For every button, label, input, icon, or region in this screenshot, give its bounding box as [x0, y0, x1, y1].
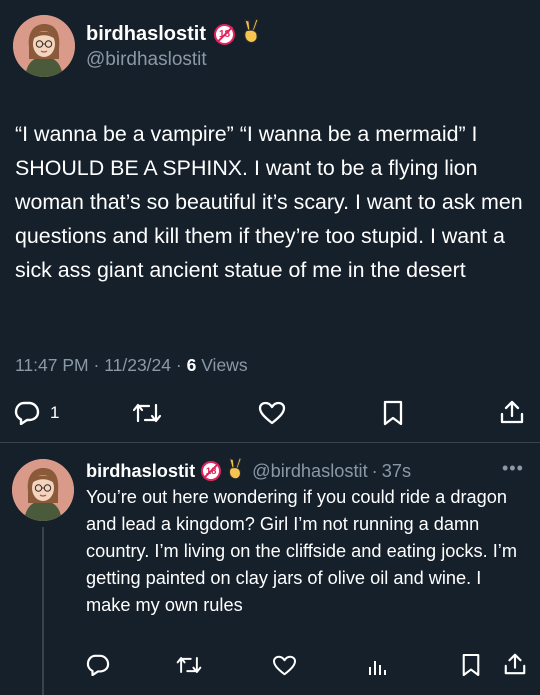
retweet-icon — [132, 403, 162, 423]
like-button[interactable] — [258, 401, 286, 425]
reply-button[interactable] — [86, 654, 110, 676]
divider — [0, 442, 540, 443]
author-display-name[interactable]: birdhaslostit — [86, 23, 206, 46]
avatar-illustration — [13, 15, 75, 77]
reply-time[interactable]: 37s — [382, 461, 411, 482]
author-name-row: birdhaslostit 18 — [86, 18, 261, 50]
reply-icon — [14, 401, 40, 425]
reply-count: 1 — [50, 403, 60, 422]
reply-button[interactable]: 1 — [14, 401, 59, 425]
peace-hand-icon — [241, 18, 261, 50]
share-icon — [500, 400, 524, 424]
retweet-button[interactable] — [175, 654, 203, 676]
like-icon — [272, 655, 297, 676]
thread-line — [42, 527, 44, 695]
meta-separator: · — [93, 355, 100, 375]
eighteen-plus-icon: 18 — [201, 461, 222, 481]
retweet-icon — [176, 657, 202, 673]
tweet-time[interactable]: 11:47 PM — [15, 355, 89, 375]
bookmark-icon — [462, 653, 480, 677]
tweet-text: “I wanna be a vampire” “I wanna be a mer… — [15, 122, 523, 282]
avatar-illustration — [12, 459, 74, 521]
peace-hand-icon — [226, 457, 244, 485]
tweet-date[interactable]: 11/23/24 — [104, 355, 171, 375]
more-options-button[interactable]: ••• — [502, 458, 524, 479]
tweet-meta: 11:47 PM · 11/23/24 · 6 Views — [15, 355, 248, 376]
views-count: 6 — [186, 355, 197, 375]
analytics-button[interactable] — [366, 655, 388, 677]
views-label: Views — [201, 355, 248, 375]
author-handle[interactable]: @birdhaslostit — [86, 49, 207, 71]
bookmark-button[interactable] — [382, 400, 404, 426]
eighteen-plus-icon: 18 — [214, 23, 236, 45]
bookmark-icon — [383, 400, 403, 426]
share-button[interactable] — [499, 399, 525, 425]
reply-text: You’re out here wondering if you could r… — [86, 487, 517, 615]
meta-separator: · — [371, 460, 378, 481]
reply-icon — [86, 654, 110, 676]
reply-author-row: birdhaslostit 18 @birdhaslostit · 37s — [86, 457, 411, 485]
reply-author-handle[interactable]: @birdhaslostit — [252, 461, 368, 482]
bookmark-button[interactable] — [461, 653, 481, 677]
like-icon — [258, 401, 286, 425]
like-button[interactable] — [272, 655, 297, 676]
reply-avatar[interactable] — [12, 459, 74, 521]
analytics-icon — [369, 661, 386, 675]
avatar[interactable] — [13, 15, 75, 77]
retweet-button[interactable] — [131, 401, 163, 425]
meta-separator: · — [175, 355, 182, 375]
share-button[interactable] — [503, 652, 527, 676]
reply-author-display-name[interactable]: birdhaslostit — [86, 461, 195, 482]
share-icon — [504, 653, 526, 675]
